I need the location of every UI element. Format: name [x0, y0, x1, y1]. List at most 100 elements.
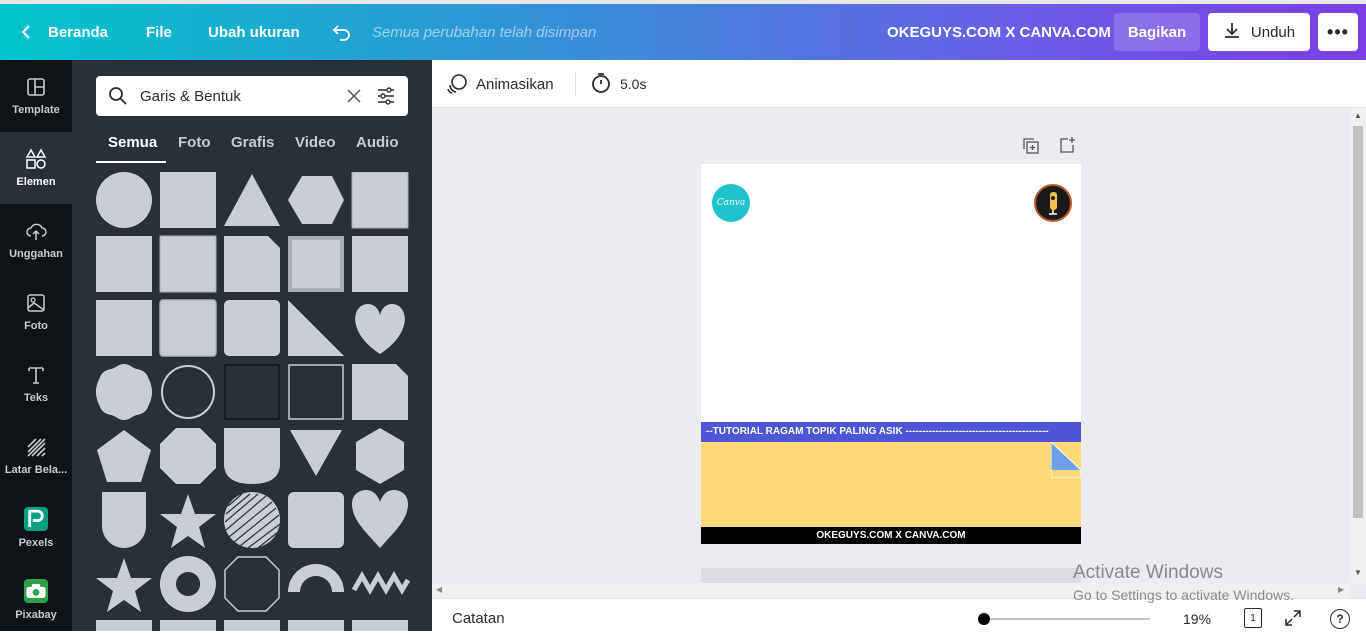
- fullscreen-icon[interactable]: [1284, 609, 1302, 632]
- shape-heart[interactable]: [355, 304, 405, 354]
- scroll-up-icon[interactable]: ▲: [1354, 111, 1362, 120]
- shape-square-outline[interactable]: [288, 364, 344, 420]
- rail-item-pixabay[interactable]: Pixabay: [0, 564, 72, 636]
- design-page[interactable]: Canva --TUTORIAL RAGAM TOPIK PALING ASIK…: [701, 164, 1081, 544]
- duration-button[interactable]: 5.0s: [620, 76, 646, 92]
- shape-partial[interactable]: [288, 620, 344, 631]
- rail-item-pexels[interactable]: Pexels: [0, 492, 72, 564]
- home-button[interactable]: Beranda: [48, 24, 108, 41]
- more-options-button[interactable]: •••: [1318, 13, 1358, 51]
- shape-hexagon[interactable]: [288, 176, 344, 224]
- zoom-level[interactable]: 19%: [1183, 611, 1211, 627]
- shape-arc[interactable]: [288, 564, 344, 592]
- shapes-grid: [96, 172, 411, 631]
- shape-partial[interactable]: [160, 620, 216, 631]
- footer-strip-text: OKEGUYS.COM X CANVA.COM: [816, 530, 966, 541]
- shape-square-bordered[interactable]: [159, 235, 217, 293]
- shape-hatched-circle[interactable]: [224, 492, 280, 548]
- shape-cut-corner-square[interactable]: [352, 364, 408, 420]
- rail-item-elements[interactable]: Elemen: [0, 132, 72, 204]
- canva-logo[interactable]: Canva: [712, 184, 750, 222]
- clear-icon[interactable]: [346, 88, 362, 109]
- design-title[interactable]: OKEGUYS.COM X CANVA.COM: [887, 24, 1111, 41]
- top-bar: Beranda File Ubah ukuran Semua perubahan…: [0, 0, 1366, 60]
- tab-all[interactable]: Semua: [108, 134, 157, 151]
- page-count-icon[interactable]: 1: [1244, 608, 1262, 628]
- shape-heart-tall[interactable]: [352, 490, 408, 548]
- shape-right-triangle[interactable]: [288, 300, 344, 356]
- shape-rounded-square[interactable]: [224, 300, 280, 356]
- shape-hexagon-vertical[interactable]: [356, 428, 404, 484]
- shape-square[interactable]: [96, 236, 152, 292]
- resize-button[interactable]: Ubah ukuran: [208, 24, 300, 41]
- zoom-slider-handle[interactable]: [978, 613, 990, 625]
- tab-video[interactable]: Video: [295, 134, 336, 151]
- rail-item-background[interactable]: Latar Bela...: [0, 420, 72, 492]
- help-button[interactable]: ?: [1330, 609, 1350, 629]
- shape-square[interactable]: [160, 172, 216, 228]
- tab-photo[interactable]: Foto: [178, 134, 210, 151]
- shape-shield-square[interactable]: [224, 428, 280, 484]
- notes-button[interactable]: Catatan: [452, 610, 505, 627]
- shape-ring[interactable]: [159, 556, 216, 612]
- shape-square[interactable]: [352, 236, 408, 292]
- shape-partial[interactable]: [224, 620, 280, 631]
- page-curl-corner: [1051, 442, 1081, 478]
- shape-octagon[interactable]: [160, 428, 216, 484]
- shape-inverted-triangle[interactable]: [290, 430, 342, 476]
- vertical-scrollbar[interactable]: ▲ ▼: [1350, 108, 1366, 583]
- shape-square-outline-dark[interactable]: [224, 364, 280, 420]
- rail-item-uploads[interactable]: Unggahan: [0, 204, 72, 276]
- rail-item-photos[interactable]: Foto: [0, 276, 72, 348]
- search-box[interactable]: Garis & Bentuk: [96, 76, 408, 116]
- share-button[interactable]: Bagikan: [1114, 13, 1200, 51]
- shape-zigzag[interactable]: [351, 570, 411, 596]
- okeguys-logo[interactable]: [1034, 184, 1072, 222]
- shape-rounded-square[interactable]: [288, 492, 344, 548]
- footer-strip[interactable]: OKEGUYS.COM X CANVA.COM: [701, 527, 1081, 544]
- shape-scalloped-circle[interactable]: [96, 364, 152, 420]
- scroll-down-icon[interactable]: ▼: [1354, 568, 1362, 577]
- zoom-slider-track[interactable]: [984, 618, 1150, 620]
- template-icon: [27, 78, 45, 96]
- back-chevron-icon[interactable]: [20, 24, 32, 44]
- rail-item-text[interactable]: Teks: [0, 348, 72, 420]
- search-icon: [108, 86, 128, 111]
- shape-star-large[interactable]: [96, 558, 152, 612]
- shape-triangle[interactable]: [224, 174, 280, 226]
- add-page-icon[interactable]: [1058, 136, 1076, 159]
- shape-circle-outline[interactable]: [161, 365, 215, 419]
- shape-arch-bottom[interactable]: [102, 492, 146, 548]
- shape-octagon-outline[interactable]: [224, 556, 280, 612]
- activation-watermark-title: Activate Windows: [1073, 562, 1223, 583]
- scroll-left-icon[interactable]: ◀: [436, 585, 442, 594]
- shape-square-rounded[interactable]: [159, 299, 217, 357]
- shape-star[interactable]: [160, 494, 216, 548]
- activation-watermark-subtitle: Go to Settings to activate Windows.: [1073, 587, 1294, 603]
- download-button[interactable]: Unduh: [1208, 13, 1310, 51]
- shape-square-bordered[interactable]: [351, 172, 409, 229]
- save-status: Semua perubahan telah disimpan: [372, 24, 597, 41]
- tab-graphics[interactable]: Grafis: [231, 134, 274, 151]
- duplicate-page-icon[interactable]: [1022, 137, 1040, 160]
- banner-strip[interactable]: --TUTORIAL RAGAM TOPIK PALING ASIK -----…: [701, 422, 1081, 442]
- shape-square[interactable]: [96, 300, 152, 356]
- shape-folded-corner[interactable]: [224, 236, 280, 292]
- shape-pentagon[interactable]: [97, 430, 151, 482]
- tab-audio[interactable]: Audio: [356, 134, 399, 151]
- file-menu-button[interactable]: File: [146, 24, 172, 41]
- vertical-scroll-thumb[interactable]: [1353, 126, 1363, 518]
- shape-partial[interactable]: [96, 620, 152, 631]
- shape-partial[interactable]: [352, 620, 408, 631]
- animate-button[interactable]: Animasikan: [476, 76, 554, 93]
- undo-icon[interactable]: [332, 22, 352, 46]
- side-rail: Template Elemen Unggahan Foto Teks Latar…: [0, 60, 72, 631]
- search-input[interactable]: Garis & Bentuk: [140, 88, 241, 105]
- rail-item-template[interactable]: Template: [0, 60, 72, 132]
- toolbar-divider: [575, 72, 576, 96]
- scroll-right-icon[interactable]: ▶: [1338, 585, 1344, 594]
- yellow-panel[interactable]: [701, 442, 1081, 527]
- shape-circle[interactable]: [96, 172, 152, 228]
- rail-label: Latar Bela...: [4, 464, 68, 476]
- filter-icon[interactable]: [376, 86, 396, 111]
